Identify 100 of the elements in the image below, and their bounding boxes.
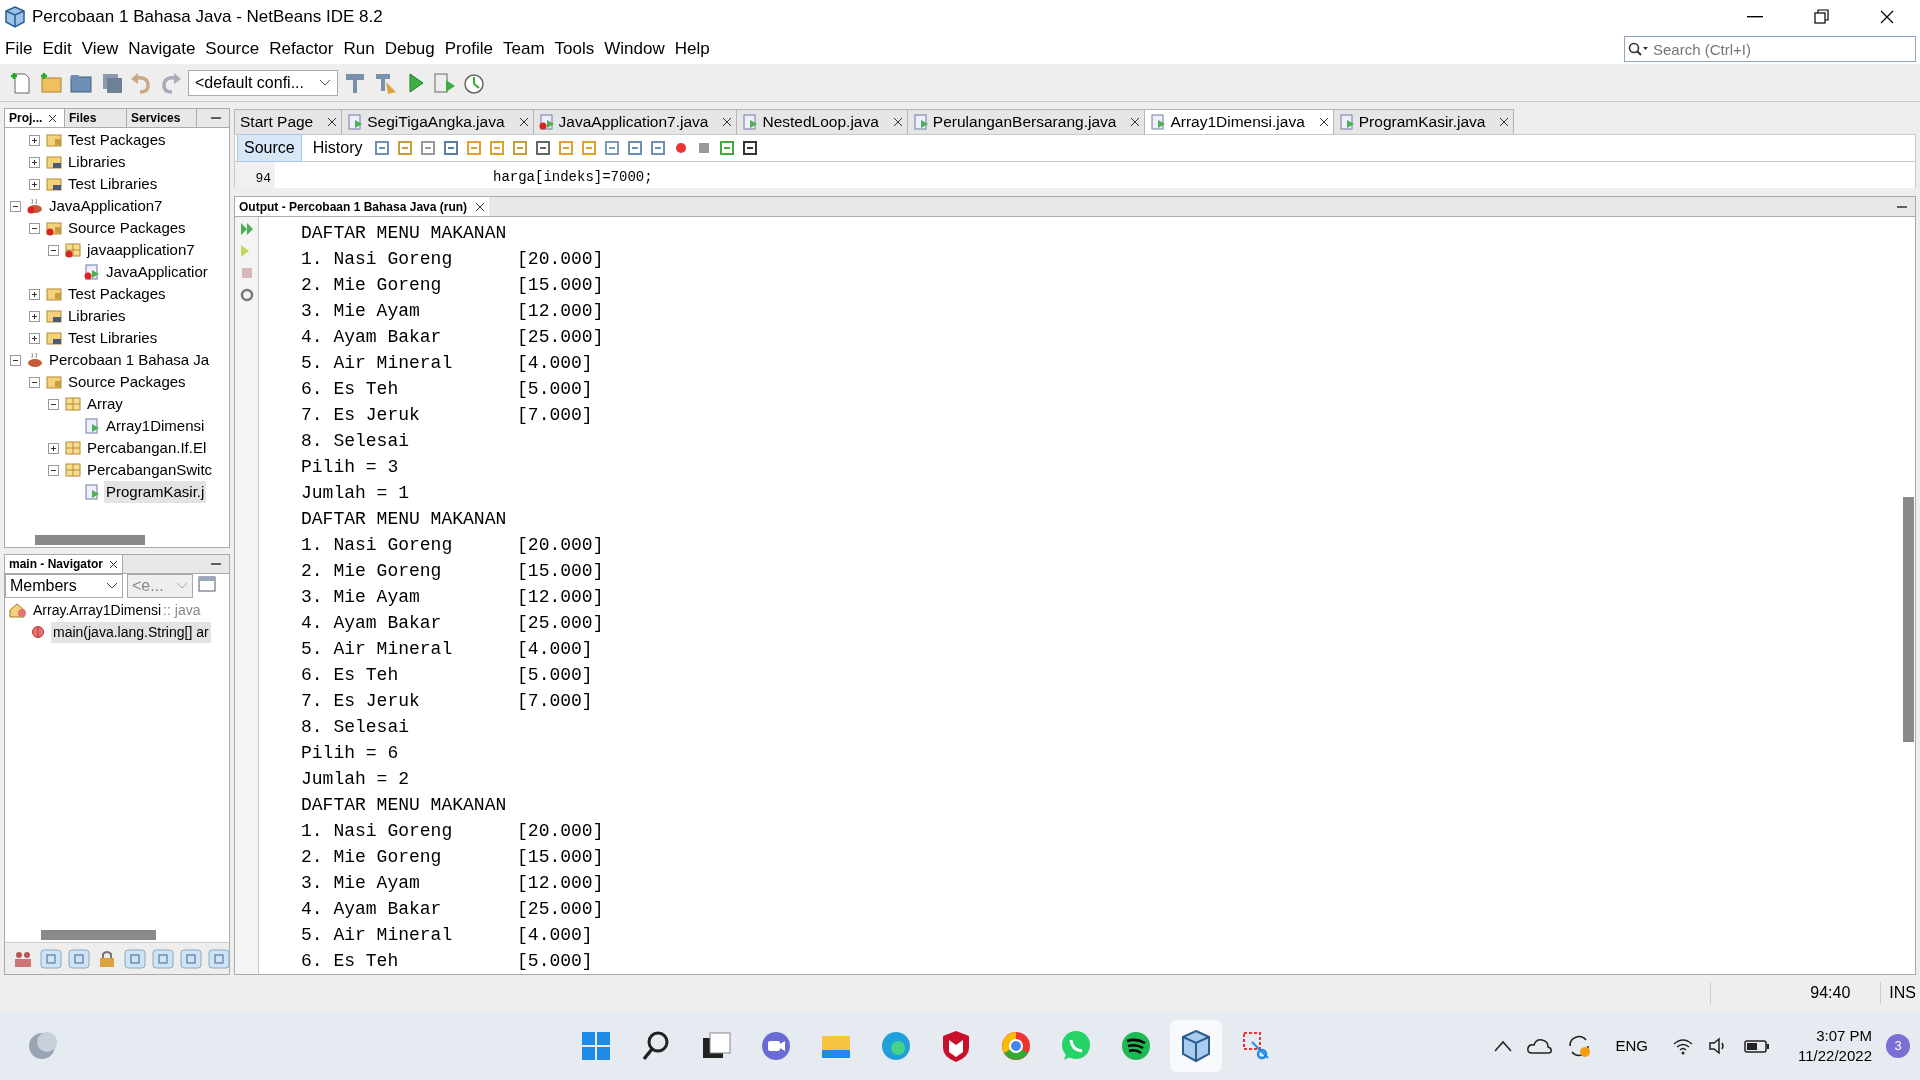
- view-tab[interactable]: History: [306, 135, 369, 161]
- expand-icon[interactable]: [28, 331, 41, 345]
- navigator-item[interactable]: main(java.lang.String[] ar: [51, 621, 211, 643]
- battery-icon[interactable]: [1744, 1038, 1771, 1054]
- chevron-down-icon: [319, 78, 331, 87]
- wifi-icon[interactable]: [1672, 1037, 1695, 1055]
- tree-item[interactable]: Percabangan.If.El: [85, 436, 209, 460]
- close-icon[interactable]: [892, 117, 903, 127]
- close-icon[interactable]: [722, 117, 733, 127]
- close-icon[interactable]: [1318, 117, 1329, 127]
- expand-icon[interactable]: [28, 177, 41, 191]
- navigator-item[interactable]: Array.Array1Dimensi: [31, 599, 164, 621]
- scrollbar-thumb[interactable]: [35, 535, 145, 545]
- menu-item[interactable]: File: [0, 36, 38, 62]
- menu-item[interactable]: Team: [497, 36, 550, 62]
- editor-tab[interactable]: Array1Dimensi.java: [1144, 109, 1334, 134]
- menu-item[interactable]: Window: [599, 36, 670, 62]
- java-file-icon: [347, 114, 364, 130]
- view-dropdown[interactable]: Members: [5, 574, 123, 598]
- expand-icon[interactable]: [28, 133, 41, 147]
- tree-item[interactable]: Test Packages: [66, 282, 168, 306]
- tree-item[interactable]: ProgramKasir.j: [104, 480, 207, 504]
- minimize-icon: [1747, 16, 1763, 18]
- tree-item[interactable]: Libraries: [66, 304, 128, 328]
- menu-item[interactable]: Navigate: [123, 36, 201, 62]
- language-indicator[interactable]: ENG: [1615, 1034, 1649, 1058]
- collapse-icon[interactable]: [47, 243, 60, 257]
- output-line: 3. Mie Ayam [12.000]: [301, 300, 605, 323]
- output-line: 5. Air Mineral [4.000]: [301, 352, 594, 375]
- menu-item[interactable]: Source: [200, 36, 265, 62]
- tree-item[interactable]: JavaApplicatior: [104, 260, 210, 284]
- notification-badge[interactable]: 3: [1886, 1034, 1910, 1058]
- java-file-icon: [912, 114, 929, 130]
- java-file-icon: [538, 114, 555, 130]
- menu-item[interactable]: Refactor: [264, 36, 339, 62]
- java-file-icon: [1150, 114, 1167, 130]
- editor-tab[interactable]: SegiTigaAngka.java: [341, 109, 534, 134]
- tree-item[interactable]: Array: [85, 392, 125, 416]
- package-icon: [65, 440, 81, 456]
- collapse-icon[interactable]: [9, 199, 22, 213]
- clock[interactable]: 3:07 PM 11/22/2022: [1798, 1026, 1872, 1066]
- search-field[interactable]: Search (Ctrl+I): [1624, 36, 1916, 62]
- square-icon[interactable]: [39, 947, 63, 970]
- tree-item[interactable]: Test Packages: [66, 128, 168, 152]
- menu-item[interactable]: Edit: [37, 36, 77, 62]
- panel-tab[interactable]: Proj...: [5, 109, 65, 127]
- editor-tab[interactable]: JavaApplication7.java: [532, 109, 738, 134]
- close-icon[interactable]: [1499, 117, 1510, 127]
- close-icon[interactable]: [109, 559, 119, 569]
- menu-item[interactable]: Profile: [439, 36, 498, 62]
- window-icon[interactable]: [197, 574, 217, 594]
- output-line: 1. Nasi Goreng [20.000]: [301, 534, 605, 557]
- menu-item[interactable]: Debug: [379, 36, 440, 62]
- expand-icon[interactable]: [28, 155, 41, 169]
- tree-item[interactable]: Percobaan 1 Bahasa Ja: [47, 348, 212, 372]
- close-icon[interactable]: [327, 117, 338, 127]
- output-line: 2. Mie Goreng [15.000]: [301, 846, 605, 869]
- collapse-icon[interactable]: [47, 397, 60, 411]
- tree-item[interactable]: JavaApplication7: [47, 194, 165, 218]
- output-line: Pilih = 6: [301, 742, 400, 765]
- tree-item[interactable]: PercabanganSwitc: [85, 458, 215, 482]
- chevron-up-icon[interactable]: [1493, 1040, 1512, 1052]
- configuration-dropdown[interactable]: <default confi...: [188, 69, 338, 96]
- close-icon[interactable]: [1130, 117, 1141, 127]
- collapse-icon[interactable]: [47, 463, 60, 477]
- panel-tab[interactable]: main - Navigator: [5, 555, 124, 573]
- expand-icon[interactable]: [28, 309, 41, 323]
- expand-icon[interactable]: [47, 441, 60, 455]
- tree-item[interactable]: Libraries: [66, 150, 128, 174]
- menu-item[interactable]: View: [76, 36, 124, 62]
- tree-item[interactable]: Test Libraries: [66, 326, 160, 350]
- tree-item[interactable]: javaapplication7: [85, 238, 197, 262]
- editor-tab[interactable]: ProgramKasir.java: [1332, 109, 1515, 134]
- scrollbar-thumb[interactable]: [1902, 497, 1914, 742]
- collapse-icon[interactable]: [9, 353, 22, 367]
- editor-tab[interactable]: NestedLoop.java: [736, 109, 908, 134]
- output-line: 7. Es Jeruk [7.000]: [301, 404, 594, 427]
- java-file-icon: [84, 484, 100, 500]
- menu-item[interactable]: Help: [669, 36, 715, 62]
- collapse-icon[interactable]: [28, 221, 41, 235]
- menu-item[interactable]: Run: [338, 36, 380, 62]
- expand-icon[interactable]: [28, 287, 41, 301]
- taskbar-button[interactable]: [1170, 1020, 1222, 1072]
- rerun-icon[interactable]: [238, 221, 255, 237]
- java-file-icon: [1338, 114, 1355, 130]
- close-icon[interactable]: [518, 117, 529, 127]
- output-tab[interactable]: Output - Percobaan 1 Bahasa Java (run): [235, 197, 490, 216]
- editor-tab[interactable]: PerulanganBersarang.java: [906, 109, 1146, 134]
- tree-item[interactable]: Test Libraries: [66, 172, 160, 196]
- close-icon[interactable]: [48, 113, 58, 123]
- editor-tab[interactable]: Start Page: [234, 109, 343, 134]
- scrollbar-thumb[interactable]: [41, 930, 156, 940]
- close-icon[interactable]: [475, 201, 486, 212]
- view-tab[interactable]: Source: [237, 134, 302, 162]
- tree-item[interactable]: Source Packages: [66, 370, 188, 394]
- tree-item[interactable]: Array1Dimensi: [104, 414, 207, 438]
- collapse-icon[interactable]: [28, 375, 41, 389]
- tree-item[interactable]: Source Packages: [66, 216, 188, 240]
- output-line: 6. Es Teh [5.000]: [301, 950, 594, 973]
- menu-item[interactable]: Tools: [549, 36, 600, 62]
